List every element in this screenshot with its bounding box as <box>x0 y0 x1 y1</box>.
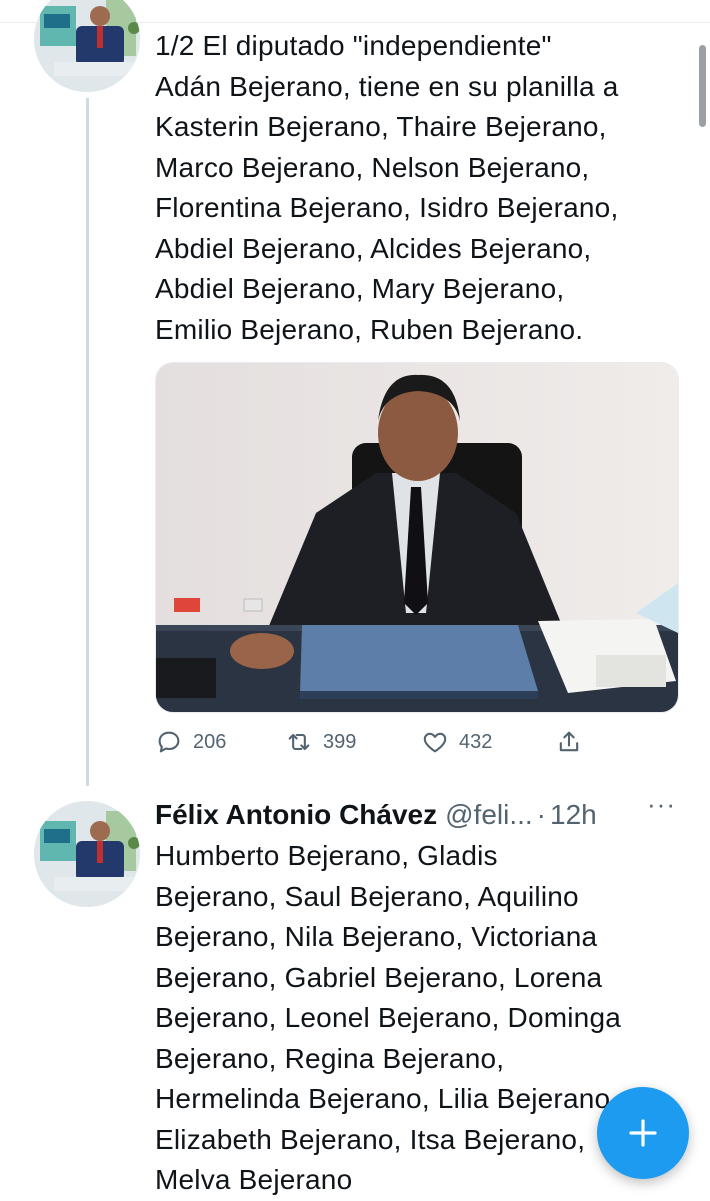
timestamp[interactable]: 12h <box>550 799 597 831</box>
compose-plus-icon <box>629 1119 657 1147</box>
tweet-photo[interactable] <box>155 362 679 713</box>
like-count: 432 <box>459 730 493 753</box>
avatar[interactable] <box>34 0 140 92</box>
retweet-button[interactable]: 399 <box>285 722 356 762</box>
reply-button[interactable]: 206 <box>155 722 226 762</box>
retweet-icon <box>288 733 310 751</box>
retweet-count: 399 <box>323 730 357 753</box>
author-handle[interactable]: @feli... <box>445 799 533 831</box>
thread-connector-line <box>86 98 89 786</box>
reply-icon <box>158 731 180 753</box>
author-name[interactable]: Félix Antonio Chávez <box>155 799 437 831</box>
reply-count: 206 <box>193 730 227 753</box>
tweet-text: Humberto Bejerano, Gladis Bejerano, Saul… <box>155 840 621 1195</box>
separator-dot: · <box>536 799 546 830</box>
avatar[interactable] <box>34 801 140 907</box>
share-icon <box>559 731 579 752</box>
compose-button[interactable] <box>597 1087 689 1179</box>
photo-man-at-desk <box>156 363 678 712</box>
tweet-text: 1/2 El diputado "independiente" Adán Bej… <box>155 30 619 345</box>
like-button[interactable]: 432 <box>421 722 492 762</box>
tweet-actions: 206 399 432 <box>155 722 615 762</box>
more-icon[interactable]: ··· <box>647 789 676 820</box>
share-button[interactable] <box>555 722 583 762</box>
scrollbar[interactable] <box>699 45 706 127</box>
avatar-image <box>34 801 140 907</box>
like-icon <box>423 732 447 753</box>
avatar-image <box>34 0 140 92</box>
tweet-header: Félix Antonio Chávez @feli... · 12h ··· <box>155 789 695 833</box>
